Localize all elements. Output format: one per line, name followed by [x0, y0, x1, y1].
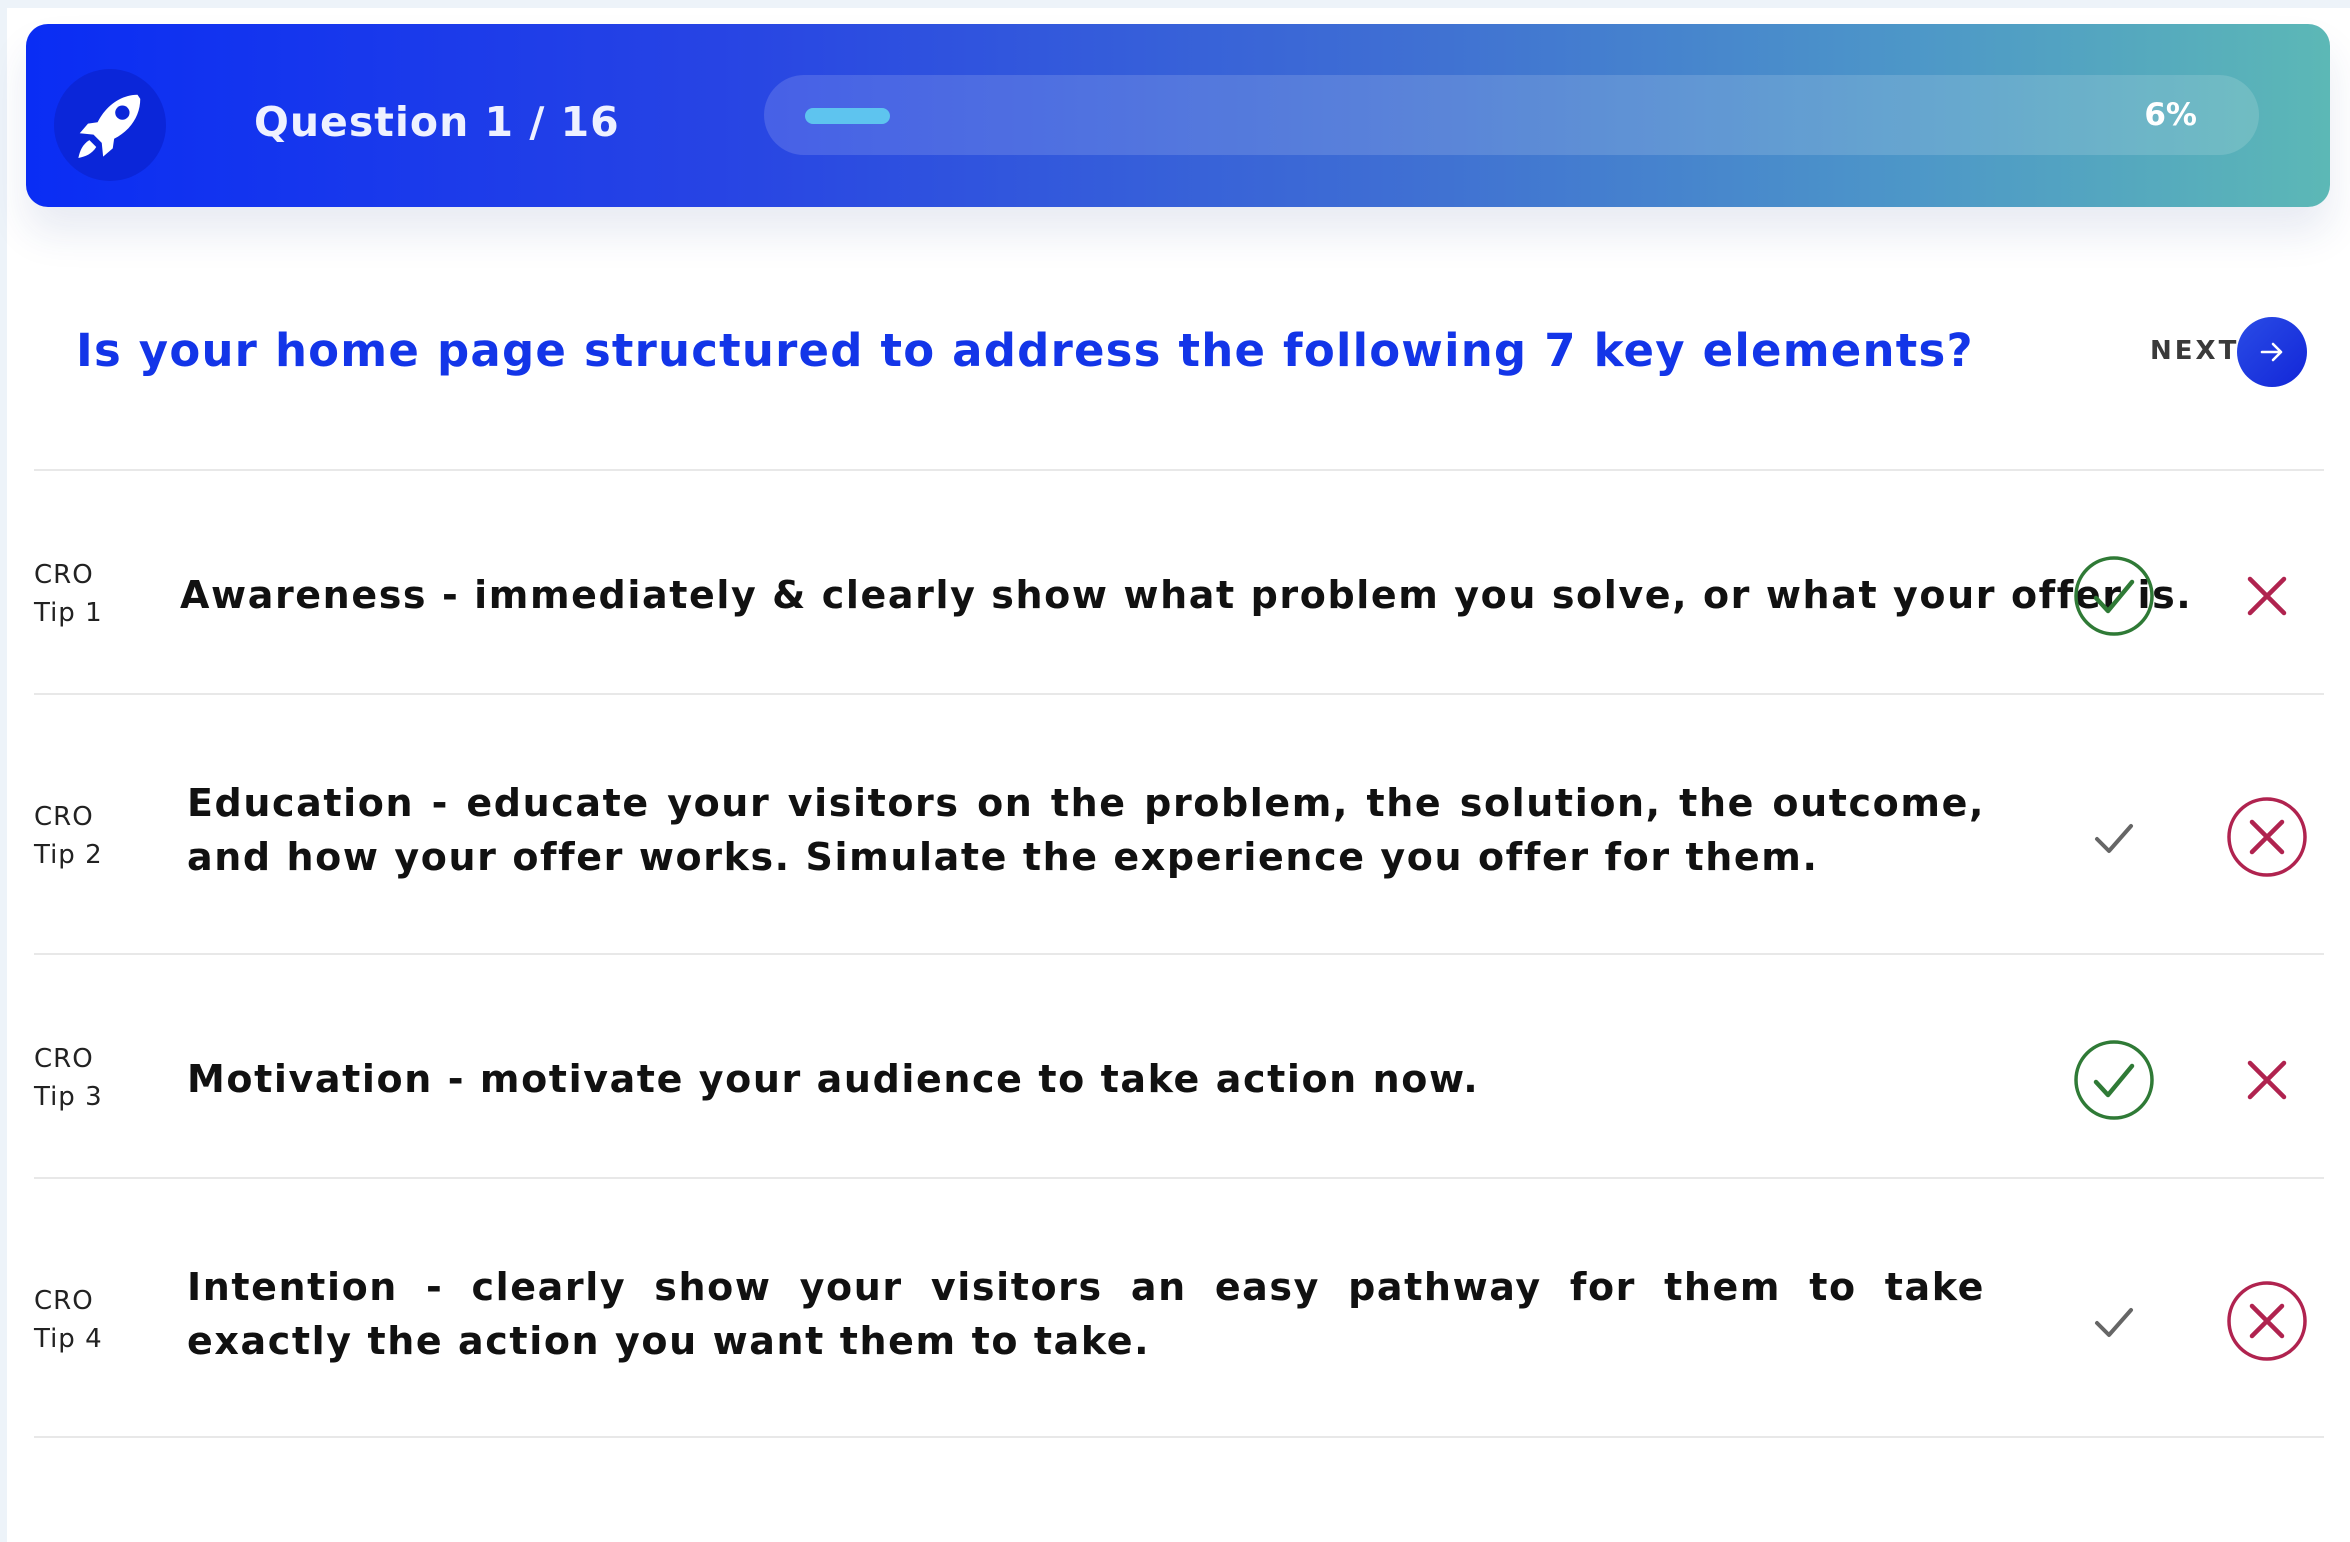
yes-button[interactable]	[2072, 554, 2156, 638]
no-button[interactable]	[2225, 795, 2309, 879]
tip-text: Awareness - immediately & clearly show w…	[180, 573, 2193, 617]
no-button[interactable]	[2225, 1279, 2309, 1363]
page-frame-top	[0, 0, 2350, 8]
arrow-right-icon	[2260, 342, 2283, 362]
tip-label: CRO Tip 2	[34, 798, 103, 874]
no-button[interactable]	[2225, 1038, 2309, 1122]
tip-label-line1: CRO	[34, 1286, 94, 1316]
tip-row: CRO Tip 4 Intention - clearly show your …	[0, 1178, 2350, 1438]
check-circle-icon	[2074, 1040, 2154, 1120]
question-counter: Question 1 / 16	[254, 98, 620, 146]
tip-label: CRO Tip 3	[34, 1040, 103, 1116]
close-circle-icon	[2227, 797, 2307, 877]
yes-button[interactable]	[2072, 1279, 2156, 1363]
check-circle-icon	[2074, 556, 2154, 636]
tip-label-line1: CRO	[34, 1044, 94, 1074]
tip-text: Education - educate your visitors on the…	[187, 781, 1985, 879]
close-circle-icon	[2227, 1281, 2307, 1361]
tip-text: Motivation - motivate your audience to t…	[187, 1057, 1480, 1101]
tip-label-line2: Tip 4	[34, 1324, 103, 1354]
check-icon	[2095, 824, 2133, 853]
tip-text: Intention - clearly show your visitors a…	[187, 1265, 1985, 1363]
progress-bar: 6%	[764, 75, 2259, 155]
yes-button[interactable]	[2072, 795, 2156, 879]
tip-label-line1: CRO	[34, 560, 94, 590]
no-button[interactable]	[2225, 554, 2309, 638]
logo	[54, 69, 166, 181]
close-icon	[2247, 1060, 2287, 1100]
rocket-icon	[78, 94, 141, 158]
tip-label-line2: Tip 3	[34, 1082, 103, 1112]
tip-label-line2: Tip 2	[34, 840, 103, 870]
close-icon	[2247, 576, 2287, 616]
tip-label-line2: Tip 1	[34, 598, 103, 628]
tip-row: CRO Tip 1 Awareness - immediately & clea…	[0, 470, 2350, 694]
tip-label: CRO Tip 1	[34, 556, 103, 632]
tip-label-line1: CRO	[34, 802, 94, 832]
next-button[interactable]	[2237, 317, 2307, 387]
yes-button[interactable]	[2072, 1038, 2156, 1122]
progress-fill	[805, 108, 890, 124]
tip-row: CRO Tip 3 Motivation - motivate your aud…	[0, 954, 2350, 1178]
tip-label: CRO Tip 4	[34, 1282, 103, 1358]
divider	[34, 1436, 2324, 1438]
quiz-header: Question 1 / 16 6%	[26, 24, 2330, 207]
progress-percent: 6%	[2144, 97, 2197, 133]
check-icon	[2095, 1308, 2133, 1337]
next-label[interactable]: NEXT	[2150, 333, 2239, 369]
question-title: Is your home page structured to address …	[76, 324, 1974, 377]
tip-row: CRO Tip 2 Education - educate your visit…	[0, 694, 2350, 954]
